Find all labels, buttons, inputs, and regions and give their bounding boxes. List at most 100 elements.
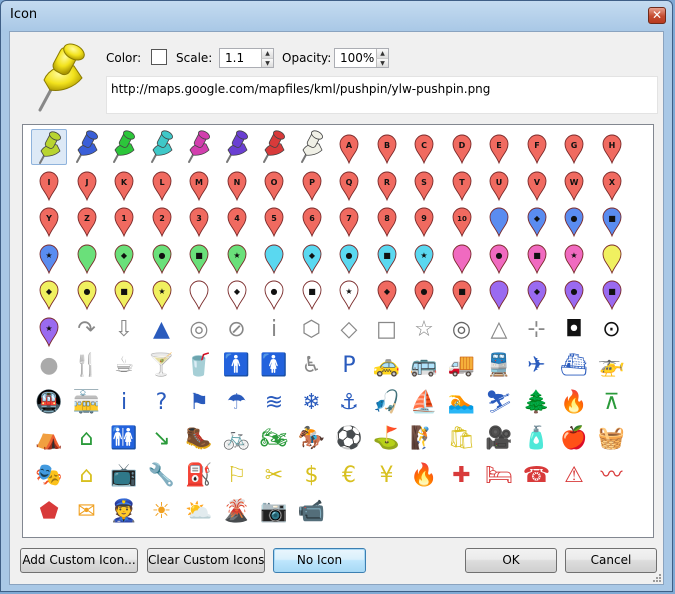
picnic-icon[interactable]: ⊼	[594, 385, 630, 421]
flag-icon[interactable]: ⚑	[181, 385, 217, 421]
paddle-H-icon[interactable]: H	[594, 129, 630, 165]
paddle-N-icon[interactable]: N	[219, 166, 255, 202]
cancel-button[interactable]: Cancel	[565, 548, 657, 573]
realestate-icon[interactable]: ⚐	[219, 458, 255, 494]
info-i-icon[interactable]: i	[256, 312, 292, 348]
paddle-●-icon[interactable]: ●	[144, 239, 180, 275]
paddle-I-icon[interactable]: I	[31, 166, 67, 202]
paddle-blank-icon[interactable]	[444, 239, 480, 275]
ok-button[interactable]: OK	[465, 548, 557, 573]
paddle-A-icon[interactable]: A	[331, 129, 367, 165]
yen-icon[interactable]: ¥	[369, 458, 405, 494]
parking-icon[interactable]: P	[331, 348, 367, 384]
gas-stations-icon[interactable]: ⛽	[181, 458, 217, 494]
paddle-J-icon[interactable]: J	[69, 166, 105, 202]
paddle-blank-icon[interactable]	[481, 202, 517, 238]
salon-icon[interactable]: ✂	[256, 458, 292, 494]
grn-pushpin-icon[interactable]	[106, 129, 142, 165]
parks-icon[interactable]: 🌲	[519, 385, 555, 421]
shaded-dot-icon[interactable]: ●	[31, 348, 67, 384]
ferry-icon[interactable]: ⛴	[556, 348, 592, 384]
scale-down-arrow-icon[interactable]: ▼	[261, 58, 273, 67]
paddle-T-icon[interactable]: T	[444, 166, 480, 202]
ylw-pushpin-icon[interactable]	[31, 129, 67, 165]
volcano-icon[interactable]: 🌋	[219, 494, 255, 530]
man-icon[interactable]: 🚹	[219, 348, 255, 384]
paddle-blank-icon[interactable]	[69, 239, 105, 275]
falling-rocks-icon[interactable]: ⬟	[31, 494, 67, 530]
paddle-■-icon[interactable]: ■	[181, 239, 217, 275]
forbidden-icon[interactable]: ⊘	[219, 312, 255, 348]
paddle-4-icon[interactable]: 4	[219, 202, 255, 238]
paddle-B-icon[interactable]: B	[369, 129, 405, 165]
paddle-O-icon[interactable]: O	[256, 166, 292, 202]
electronics-icon[interactable]: 📺	[106, 458, 142, 494]
paddle-●-icon[interactable]: ●	[406, 275, 442, 311]
paddle-◆-icon[interactable]: ◆	[31, 275, 67, 311]
airports-icon[interactable]: ✈	[519, 348, 555, 384]
paddle-blank-icon[interactable]	[481, 275, 517, 311]
donut-icon[interactable]: ◎	[181, 312, 217, 348]
paddle-M-icon[interactable]: M	[181, 166, 217, 202]
sailing-icon[interactable]: ⛵	[406, 385, 442, 421]
grocery-icon[interactable]: 🍎	[556, 421, 592, 457]
target-icon[interactable]: ◎	[444, 312, 480, 348]
paddle-■-icon[interactable]: ■	[444, 275, 480, 311]
paddle-★-icon[interactable]: ★	[144, 275, 180, 311]
paddle-blank-icon[interactable]	[256, 239, 292, 275]
info-circle-icon[interactable]: ?	[144, 385, 180, 421]
post-office-icon[interactable]: ✉	[69, 494, 105, 530]
ltblu-pushpin-icon[interactable]	[144, 129, 180, 165]
placemark-circle-icon[interactable]: ⊙	[594, 312, 630, 348]
poi-icon[interactable]: ↘	[144, 421, 180, 457]
golf-icon[interactable]: ⛳	[369, 421, 405, 457]
subway-icon[interactable]: 🚇	[31, 385, 67, 421]
paddle-◆-icon[interactable]: ◆	[519, 202, 555, 238]
camera-icon[interactable]: 📷	[256, 494, 292, 530]
paddle-●-icon[interactable]: ●	[331, 239, 367, 275]
paddle-★-icon[interactable]: ★	[219, 239, 255, 275]
heliport-icon[interactable]: 🚁	[594, 348, 630, 384]
paddle-Q-icon[interactable]: Q	[331, 166, 367, 202]
paddle-●-icon[interactable]: ●	[556, 275, 592, 311]
arrow-reverse-icon[interactable]: ↷	[69, 312, 105, 348]
bus-icon[interactable]: 🚌	[406, 348, 442, 384]
woman-icon[interactable]: 🚺	[256, 348, 292, 384]
opacity-spinner[interactable]: 100% ▲ ▼	[334, 48, 389, 68]
paddle-■-icon[interactable]: ■	[106, 275, 142, 311]
no-icon-button[interactable]: No Icon	[273, 548, 366, 573]
paddle-●-icon[interactable]: ●	[256, 275, 292, 311]
toilets-icon[interactable]: 🚻	[106, 421, 142, 457]
square-icon[interactable]: □	[369, 312, 405, 348]
paddle-1-icon[interactable]: 1	[106, 202, 142, 238]
play-icon[interactable]: ⚽	[331, 421, 367, 457]
basket-icon[interactable]: 🧺	[594, 421, 630, 457]
mechanic-icon[interactable]: 🔧	[144, 458, 180, 494]
close-button[interactable]: ✕	[648, 7, 666, 24]
ranger-station-icon[interactable]: ⌂	[69, 421, 105, 457]
paddle-◆-icon[interactable]: ◆	[519, 275, 555, 311]
arrow-icon[interactable]: ⇩	[106, 312, 142, 348]
star-icon[interactable]: ☆	[406, 312, 442, 348]
rail-icon[interactable]: 🚆	[481, 348, 517, 384]
paddle-U-icon[interactable]: U	[481, 166, 517, 202]
scale-up-arrow-icon[interactable]: ▲	[261, 49, 273, 58]
paddle-F-icon[interactable]: F	[519, 129, 555, 165]
polygon-icon[interactable]: ⬡	[294, 312, 330, 348]
paddle-★-icon[interactable]: ★	[556, 239, 592, 275]
paddle-X-icon[interactable]: X	[594, 166, 630, 202]
paddle-Z-icon[interactable]: Z	[69, 202, 105, 238]
purple-pushpin-icon[interactable]	[219, 129, 255, 165]
color-swatch[interactable]	[151, 49, 167, 65]
earthquake-icon[interactable]: 〰	[594, 458, 630, 494]
snack-bar-icon[interactable]: 🥤	[181, 348, 217, 384]
paddle-●-icon[interactable]: ●	[69, 275, 105, 311]
paddle-blank-icon[interactable]	[181, 275, 217, 311]
ski-icon[interactable]: ⛷	[481, 385, 517, 421]
partly-cloudy-icon[interactable]: ⛅	[181, 494, 217, 530]
coffee-icon[interactable]: ☕	[106, 348, 142, 384]
shopping-icon[interactable]: 🛍	[444, 421, 480, 457]
paddle-●-icon[interactable]: ●	[481, 239, 517, 275]
paddle-D-icon[interactable]: D	[444, 129, 480, 165]
sunny-icon[interactable]: ☀	[144, 494, 180, 530]
